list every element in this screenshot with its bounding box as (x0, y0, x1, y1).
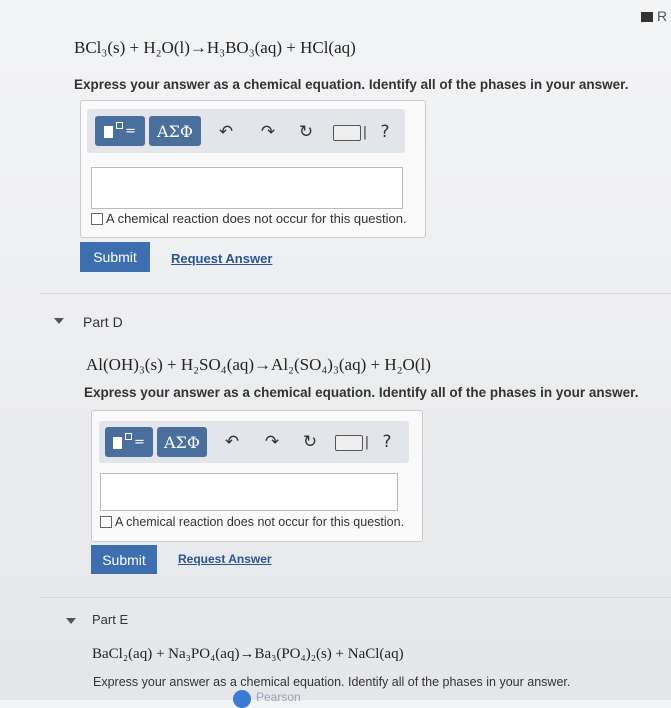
undo-icon[interactable]: ↶ (221, 431, 243, 453)
no-reaction-checkbox-d[interactable]: A chemical reaction does not occur for t… (100, 515, 404, 529)
checkbox-box[interactable] (100, 516, 112, 528)
part-d-label: Part D (83, 314, 123, 330)
toolbar-d: = ΑΣΦ ↶ ↷ ↻ | ? (99, 421, 409, 463)
no-reaction-label: A chemical reaction does not occur for t… (106, 211, 407, 226)
undo-icon[interactable]: ↶ (215, 121, 237, 143)
equation-e: BaCl₂(aq) + Na₃PO₄(aq)→Ba₃(PO₄)₂(s) + Na… (92, 646, 404, 662)
request-answer-link-d[interactable]: Request Answer (178, 552, 272, 566)
corner-icon (641, 12, 653, 22)
collapse-triangle-icon[interactable] (54, 318, 64, 324)
corner-label: R (657, 8, 668, 24)
help-button[interactable]: ? (377, 431, 397, 453)
submit-button-c[interactable]: Submit (80, 242, 150, 272)
equation-d: Al(OH)₃(s) + H₂SO₄(aq)→Al₂(SO₄)₃(aq) + H… (86, 355, 431, 374)
redo-icon[interactable]: ↷ (257, 121, 279, 143)
keyboard-icon[interactable] (335, 435, 363, 451)
divider (40, 597, 671, 598)
template-button[interactable]: = (105, 427, 153, 457)
toolbar-c: = ΑΣΦ ↶ ↷ ↻ | ? (87, 109, 405, 153)
checkbox-box[interactable] (91, 212, 103, 225)
prompt-e: Express your answer as a chemical equati… (93, 675, 571, 689)
request-answer-link-c[interactable]: Request Answer (171, 251, 272, 266)
no-reaction-checkbox-c[interactable]: A chemical reaction does not occur for t… (91, 211, 407, 226)
divider (40, 293, 671, 294)
greek-symbols-button[interactable]: ΑΣΦ (149, 116, 201, 146)
prompt-c: Express your answer as a chemical equati… (74, 77, 629, 92)
template-icon (104, 126, 114, 138)
greek-symbols-button[interactable]: ΑΣΦ (157, 427, 207, 457)
template-button[interactable]: = (95, 116, 145, 146)
help-button[interactable]: ? (375, 121, 395, 143)
collapse-triangle-icon[interactable] (66, 618, 76, 624)
separator-icon: | (362, 124, 368, 140)
equation-c: BCl₃(s) + H₂O(l)→H₃BO₃(aq) + HCl(aq) (74, 38, 356, 57)
keyboard-icon[interactable] (333, 125, 361, 141)
pearson-brand: Pearson (256, 690, 301, 704)
template-icon (113, 437, 123, 449)
redo-icon[interactable]: ↷ (261, 431, 283, 453)
prompt-d: Express your answer as a chemical equati… (84, 385, 639, 400)
reset-icon[interactable]: ↻ (295, 121, 317, 143)
reset-icon[interactable]: ↻ (299, 431, 321, 453)
pearson-logo-icon (233, 690, 251, 708)
separator-icon: | (364, 434, 370, 450)
part-e-label: Part E (92, 612, 129, 627)
answer-input-c[interactable] (91, 167, 403, 209)
no-reaction-label: A chemical reaction does not occur for t… (115, 515, 405, 529)
submit-button-d[interactable]: Submit (91, 545, 157, 574)
answer-editor-c: = ΑΣΦ ↶ ↷ ↻ | ? A chemical reaction does… (80, 100, 426, 238)
answer-editor-d: = ΑΣΦ ↶ ↷ ↻ | ? A chemical reaction does… (91, 410, 423, 542)
answer-input-d[interactable] (100, 473, 398, 511)
